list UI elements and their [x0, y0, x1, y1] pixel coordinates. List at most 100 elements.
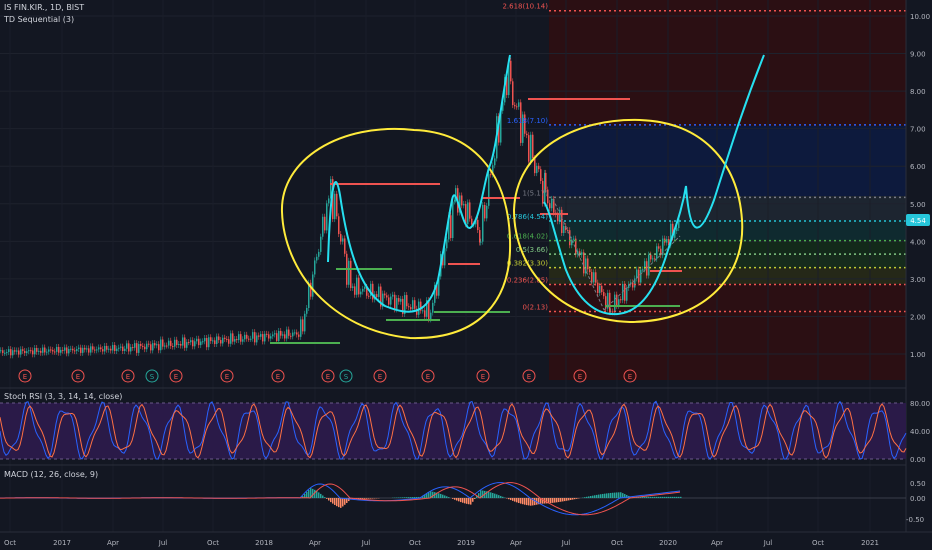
candle-body	[609, 292, 611, 313]
candle-body	[632, 282, 634, 288]
time-tick: Apr	[711, 539, 723, 547]
candle-body	[648, 254, 650, 276]
chart-canvas[interactable]: 2.618(10.14)1.618(7.10)1(5.17)0.786(4.54…	[0, 0, 932, 550]
macd-hist-bar	[472, 498, 474, 502]
candle-body	[250, 338, 252, 340]
candle-body	[334, 193, 336, 220]
candle-body	[350, 260, 352, 288]
candle-body	[156, 344, 158, 346]
macd-hist-bar	[330, 498, 332, 503]
candle-body	[320, 236, 322, 252]
symbol-title[interactable]: IS FIN.KIR., 1D, BIST	[4, 3, 84, 12]
candle-body	[126, 343, 128, 349]
candle-body	[196, 338, 198, 342]
candle-body	[10, 349, 12, 356]
macd-hist-bar	[664, 496, 666, 498]
candle-body	[266, 333, 268, 335]
macd-hist-bar	[368, 498, 370, 499]
candle-body	[480, 241, 482, 243]
candle-body	[180, 343, 182, 346]
time-tick: 2017	[53, 539, 71, 547]
candle-body	[296, 332, 298, 335]
candle-body	[120, 346, 122, 348]
candle-body	[545, 172, 547, 190]
macd-hist-bar	[414, 497, 416, 498]
macd-hist-bar	[400, 497, 402, 498]
macd-hist-bar	[462, 498, 464, 503]
macd-hist-bar	[616, 492, 618, 498]
candle-body	[656, 246, 658, 259]
candle-body	[160, 339, 162, 351]
candle-body	[240, 334, 242, 342]
candle-body	[477, 219, 479, 231]
candle-body	[258, 335, 260, 337]
candle-body	[559, 209, 561, 222]
macd-hist-bar	[474, 498, 476, 499]
candle-body	[124, 348, 126, 352]
candle-body	[390, 296, 392, 305]
candle-body	[612, 311, 614, 313]
fib-zone-grey	[549, 196, 906, 220]
candle-body	[4, 352, 6, 354]
fib-zone-lightgreen	[549, 254, 906, 268]
stoch-tick: 0.00	[910, 456, 926, 464]
candle-body	[42, 347, 44, 353]
macd-hist-bar	[550, 498, 552, 504]
macd-hist-bar	[614, 492, 616, 498]
stoch-tick: 40.00	[910, 428, 930, 436]
candle-body	[616, 294, 618, 306]
candle-body	[528, 135, 530, 162]
candle-body	[676, 228, 678, 232]
candle-body	[264, 333, 266, 342]
candle-body	[469, 202, 471, 219]
candle-body	[204, 337, 206, 342]
candle-body	[184, 337, 186, 348]
candle-body	[316, 256, 318, 261]
macd-hist-bar	[678, 496, 680, 498]
macd-hist-bar	[606, 493, 608, 498]
candle-body	[78, 347, 80, 350]
macd-hist-bar	[470, 498, 472, 505]
candle-body	[122, 346, 124, 352]
macd-hist-bar	[492, 492, 494, 498]
event-letter: E	[481, 373, 485, 381]
time-tick: Jul	[361, 539, 371, 547]
macd-hist-bar	[458, 498, 460, 502]
indicator-label[interactable]: TD Sequential (3)	[4, 15, 74, 24]
candle-body	[112, 345, 114, 351]
event-letter: E	[126, 373, 130, 381]
macd-hist-bar	[454, 498, 456, 500]
event-letter: E	[276, 373, 280, 381]
macd-hist-bar	[456, 498, 458, 501]
candle-body	[278, 330, 280, 341]
fib-level-label: 1(5.17)	[522, 189, 548, 197]
macd-hist-bar	[556, 498, 558, 503]
macd-hist-bar	[566, 498, 568, 501]
candle-body	[322, 216, 324, 237]
candle-body	[256, 335, 258, 343]
candle-body	[408, 306, 410, 308]
candle-body	[549, 203, 551, 209]
event-letter: E	[225, 373, 229, 381]
candle-body	[170, 340, 172, 347]
candle-body	[378, 286, 380, 298]
price-tick: 10.00	[910, 13, 930, 21]
candle-body	[597, 282, 599, 293]
price-tick: 7.00	[910, 126, 926, 134]
time-tick: Apr	[107, 539, 119, 547]
candle-body	[172, 346, 174, 348]
macd-hist-bar	[680, 496, 682, 498]
candle-body	[624, 284, 626, 301]
candle-body	[300, 319, 302, 337]
candle-body	[573, 238, 575, 240]
candle-body	[652, 258, 654, 260]
macd-hist-bar	[336, 498, 338, 507]
macd-hist-bar	[586, 496, 588, 498]
macd-hist-bar	[526, 498, 528, 506]
stoch-label[interactable]: Stoch RSI (3, 3, 14, 14, close)	[4, 392, 122, 401]
candle-body	[292, 332, 294, 337]
macd-label[interactable]: MACD (12, 26, close, 9)	[4, 470, 98, 479]
candle-body	[74, 350, 76, 352]
candle-body	[294, 332, 296, 334]
candle-body	[24, 350, 26, 354]
